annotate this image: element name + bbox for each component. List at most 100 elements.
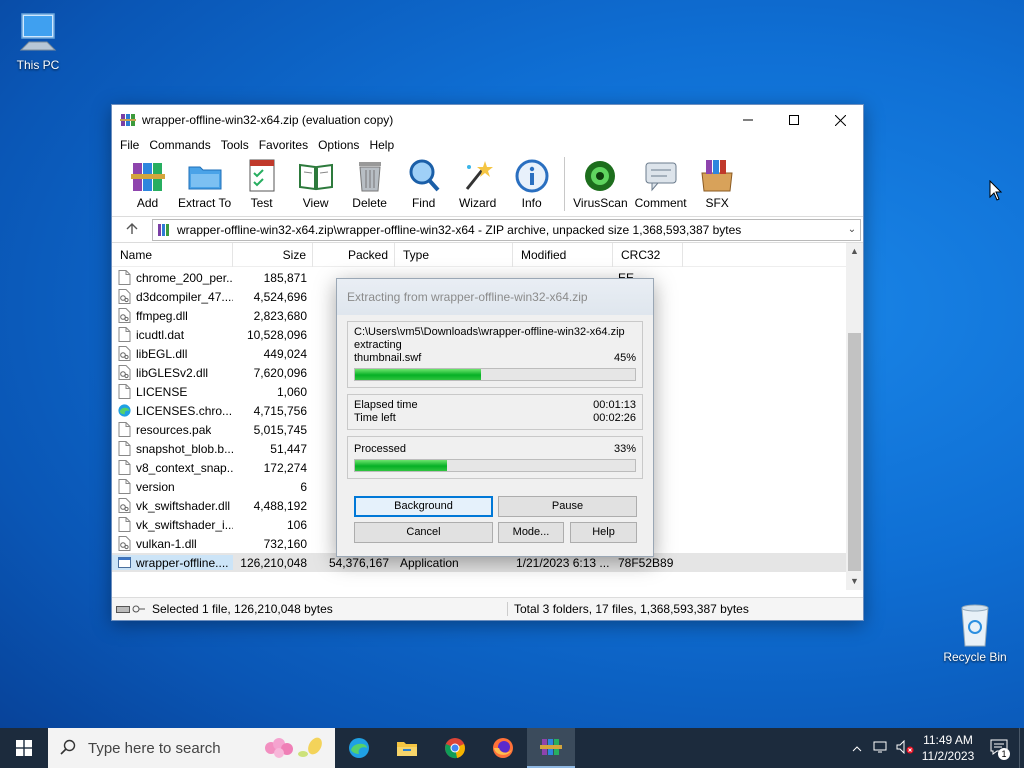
search-icon xyxy=(48,739,88,758)
scroll-up-arrow[interactable]: ▲ xyxy=(846,243,863,260)
file-size: 732,160 xyxy=(263,536,307,551)
elapsed-value: 00:01:13 xyxy=(593,399,636,411)
path-combobox[interactable]: wrapper-offline-win32-x64.zip\wrapper-of… xyxy=(152,218,861,241)
menu-commands[interactable]: Commands xyxy=(144,138,215,152)
file-crc32: 78F52B89 xyxy=(618,555,674,570)
address-bar: wrapper-offline-win32-x64.zip\wrapper-of… xyxy=(112,217,863,243)
info-button[interactable]: Info xyxy=(508,155,555,210)
notification-count-badge: 1 xyxy=(998,747,1010,760)
file-name: LICENSES.chro... xyxy=(136,403,233,418)
taskbar-firefox[interactable] xyxy=(479,728,527,768)
this-pc-desktop-icon[interactable]: This PC xyxy=(0,10,76,72)
maximize-button[interactable] xyxy=(771,105,817,135)
file-icon xyxy=(118,441,131,456)
source-path: C:\Users\vm5\Downloads\wrapper-offline-w… xyxy=(354,326,625,338)
file-icon xyxy=(118,479,131,494)
background-button[interactable]: Background xyxy=(354,496,493,517)
archive-icon xyxy=(158,223,169,236)
file-name: libEGL.dll xyxy=(136,346,188,361)
extract-to-button[interactable]: Extract To xyxy=(178,155,231,210)
menu-options[interactable]: Options xyxy=(313,138,364,152)
column-name[interactable]: Name xyxy=(112,242,233,267)
time-left-value: 00:02:26 xyxy=(593,412,636,424)
file-name-cell: icudtl.dat xyxy=(112,327,233,342)
file-explorer-icon xyxy=(397,742,417,756)
file-name: chrome_200_per... xyxy=(136,270,233,285)
file-name: LICENSE xyxy=(136,384,188,399)
menu-file[interactable]: File xyxy=(115,138,144,152)
file-progress-bar xyxy=(354,368,636,381)
find-button[interactable]: Find xyxy=(400,155,447,210)
test-button[interactable]: Test xyxy=(238,155,285,210)
chevron-down-icon[interactable]: ⌄ xyxy=(844,224,860,235)
virusscan-button[interactable]: VirusScan xyxy=(573,155,628,210)
file-name: resources.pak xyxy=(136,422,212,437)
column-crc32[interactable]: CRC32 xyxy=(613,242,683,267)
minimize-icon xyxy=(743,119,753,121)
extraction-dialog: Extracting from wrapper-offline-win32-x6… xyxy=(336,278,654,557)
column-modified[interactable]: Modified xyxy=(513,242,613,267)
status-bar: Selected 1 file, 126,210,048 bytes Total… xyxy=(112,597,863,620)
column-packed[interactable]: Packed xyxy=(313,242,395,267)
help-button[interactable]: Help xyxy=(570,522,637,543)
cancel-button[interactable]: Cancel xyxy=(354,522,493,543)
taskbar-edge[interactable] xyxy=(335,728,383,768)
file-icon xyxy=(118,517,131,532)
processed-progress-bar xyxy=(354,459,636,472)
key-icon[interactable] xyxy=(132,604,146,614)
flower-decoration-icon xyxy=(265,737,322,758)
sfx-button[interactable]: SFX xyxy=(694,155,741,210)
file-icon xyxy=(118,384,131,399)
drive-icon[interactable] xyxy=(116,604,130,614)
mode-button[interactable]: Mode... xyxy=(498,522,564,543)
taskbar: Type here to search 11:49 AM 11/2/2023 1 xyxy=(0,728,1024,768)
taskbar-file-explorer[interactable] xyxy=(383,728,431,768)
path-text: wrapper-offline-win32-x64.zip\wrapper-of… xyxy=(177,222,742,237)
scroll-thumb[interactable] xyxy=(848,333,861,571)
file-packed: 54,376,167 xyxy=(328,555,389,570)
winrar-taskbar-icon xyxy=(540,739,562,755)
firefox-browser-icon xyxy=(493,738,513,758)
virus-scan-icon xyxy=(585,161,616,191)
column-size[interactable]: Size xyxy=(233,242,313,267)
menu-help[interactable]: Help xyxy=(364,138,399,152)
taskbar-winrar[interactable] xyxy=(527,728,575,768)
volume-muted-icon[interactable] xyxy=(893,739,917,757)
comment-button[interactable]: Comment xyxy=(635,155,687,210)
file-name-cell: libEGL.dll xyxy=(112,346,233,361)
up-one-level-button[interactable] xyxy=(112,222,152,238)
file-name: d3dcompiler_47.... xyxy=(136,289,233,304)
checklist-icon xyxy=(249,159,275,192)
vertical-scrollbar[interactable]: ▲ ▼ xyxy=(846,243,863,590)
start-button[interactable] xyxy=(0,728,48,768)
column-type[interactable]: Type xyxy=(395,242,513,267)
clock[interactable]: 11:49 AM 11/2/2023 xyxy=(917,732,979,764)
network-icon[interactable] xyxy=(869,740,893,757)
file-icon xyxy=(118,270,131,285)
minimize-button[interactable] xyxy=(725,105,771,135)
notification-center-button[interactable]: 1 xyxy=(979,739,1019,760)
file-size: 4,715,756 xyxy=(253,403,307,418)
file-name-cell: libGLESv2.dll xyxy=(112,365,233,380)
show-desktop-strip[interactable] xyxy=(1019,728,1024,768)
scroll-down-arrow[interactable]: ▼ xyxy=(846,573,863,590)
recycle-bin-desktop-icon[interactable]: Recycle Bin xyxy=(937,602,1013,664)
chevron-up-icon[interactable] xyxy=(845,741,869,755)
file-name-cell: snapshot_blob.b... xyxy=(112,441,233,456)
view-button[interactable]: View xyxy=(292,155,339,210)
file-percent: 45% xyxy=(613,352,636,364)
recycle-bin-label: Recycle Bin xyxy=(943,650,1007,664)
delete-button[interactable]: Delete xyxy=(346,155,393,210)
pause-button[interactable]: Pause xyxy=(498,496,637,517)
menu-tools[interactable]: Tools xyxy=(216,138,254,152)
taskbar-search-box[interactable]: Type here to search xyxy=(48,728,335,768)
wizard-button[interactable]: Wizard xyxy=(454,155,501,210)
processed-label: Processed xyxy=(354,443,406,455)
add-button[interactable]: Add xyxy=(124,155,171,210)
taskbar-chrome[interactable] xyxy=(431,728,479,768)
close-button[interactable] xyxy=(817,105,863,135)
menu-favorites[interactable]: Favorites xyxy=(254,138,313,152)
file-size: 172,274 xyxy=(263,460,307,475)
dialog-title[interactable]: Extracting from wrapper-offline-win32-x6… xyxy=(337,279,653,315)
title-bar[interactable]: wrapper-offline-win32-x64.zip (evaluatio… xyxy=(112,105,863,135)
